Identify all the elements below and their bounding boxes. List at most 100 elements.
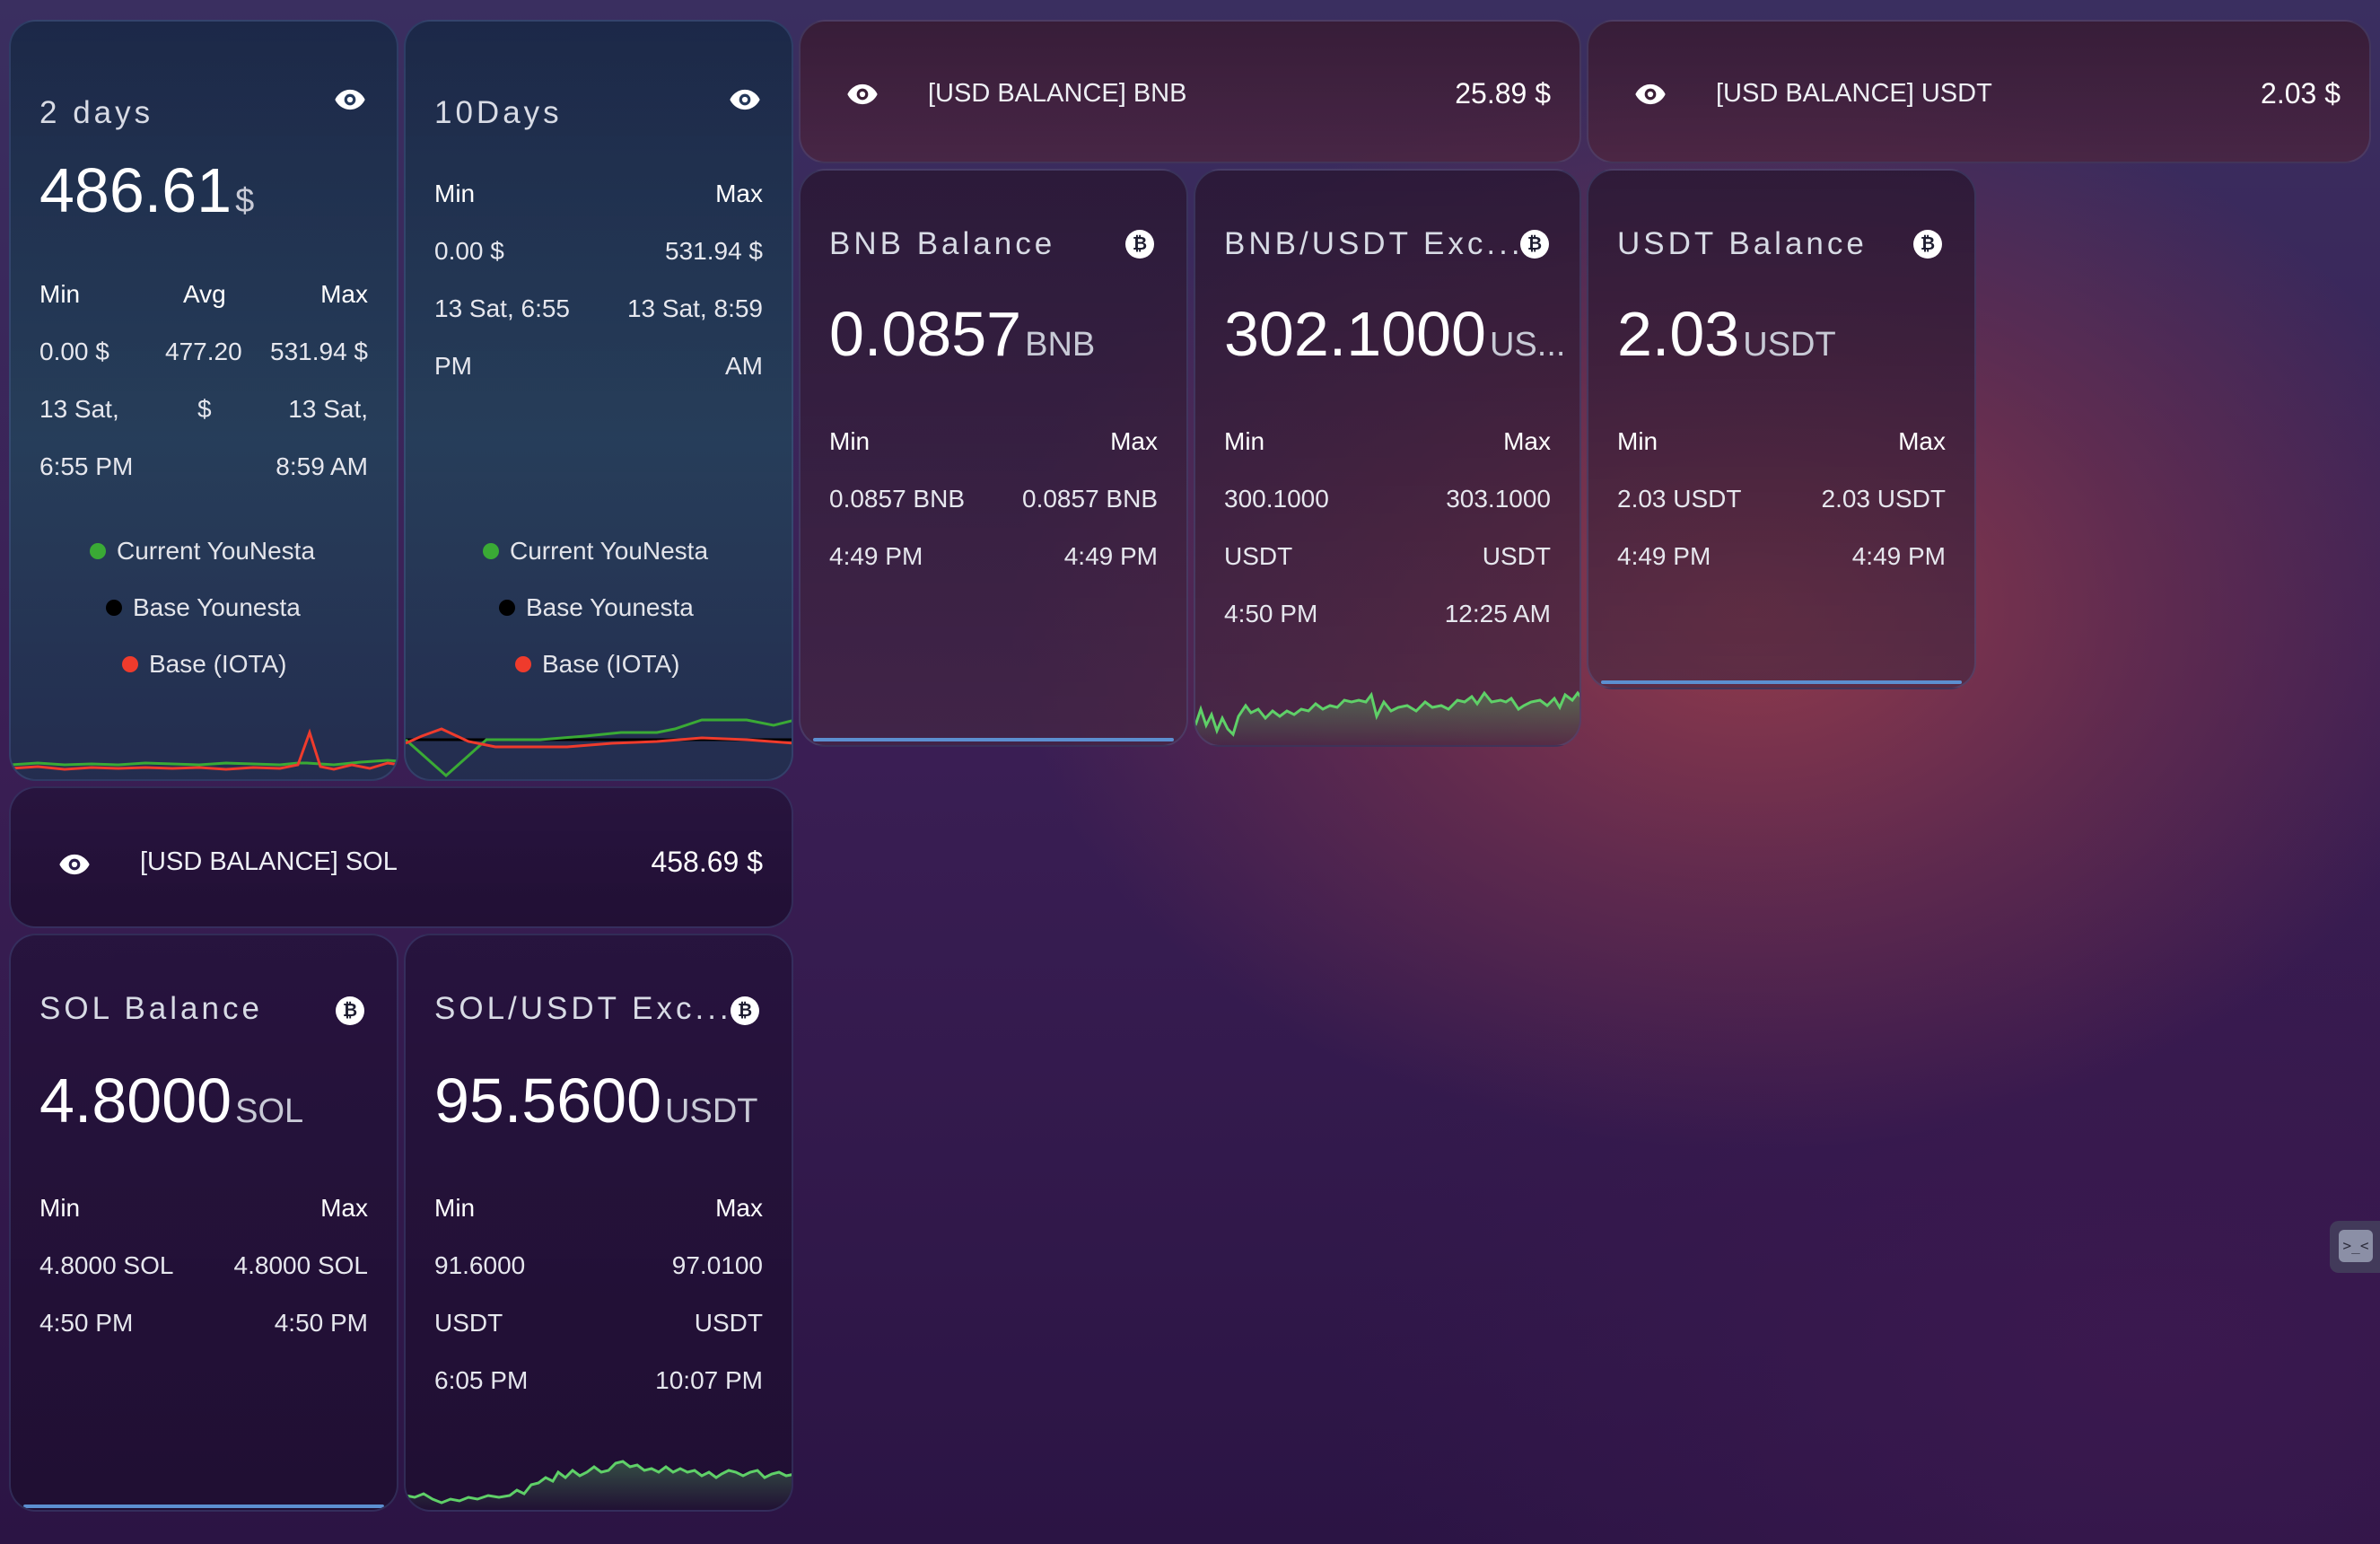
series-current — [406, 718, 792, 778]
value-unit: $ — [235, 182, 255, 220]
min-time: 4:50 PM — [39, 1309, 134, 1337]
banner-label: [USD BALANCE] BNB — [928, 79, 1187, 108]
min-value: 91.6000 — [434, 1251, 526, 1279]
current-value: 302.1000 US... — [1224, 298, 1565, 370]
current-value: 95.5600 USDT — [434, 1065, 758, 1136]
min-value: 2.03 USDT — [1617, 485, 1742, 513]
flat-sparkline — [813, 738, 1174, 741]
eye-icon[interactable] — [333, 83, 367, 117]
legend-label: Current YouNesta — [117, 537, 316, 565]
max-label: Max — [1898, 427, 1946, 455]
legend-current[interactable]: Current YouNesta — [90, 537, 315, 566]
series-current — [11, 759, 397, 767]
legend-label: Base Younesta — [133, 593, 301, 621]
current-value: 0.0857 BNB — [829, 298, 1095, 370]
max-time: 4:49 PM — [1851, 542, 1946, 570]
legend-dot-green — [90, 542, 106, 559]
bitcoin-icon: ₿ — [1520, 230, 1549, 259]
banner-usd-balance-bnb[interactable]: [USD BALANCE] BNB 25.89 $ — [799, 20, 1581, 163]
max-time: 4:50 PM — [274, 1309, 368, 1337]
value-unit: USDT — [1743, 326, 1836, 364]
eye-icon[interactable] — [1633, 77, 1667, 111]
min-unit: USDT — [1224, 542, 1293, 570]
min-unit: USDT — [434, 1309, 503, 1337]
eye-icon[interactable] — [57, 847, 92, 882]
series-base-iota — [406, 727, 792, 749]
line-chart — [406, 718, 792, 778]
max-time: 10:07 PM — [655, 1366, 763, 1394]
bitcoin-icon: ₿ — [336, 996, 364, 1025]
min-label: Min — [434, 180, 476, 207]
value-number: 95.5600 — [434, 1066, 662, 1136]
max-unit: USDT — [1482, 542, 1551, 570]
terminal-icon: >_< — [2339, 1230, 2373, 1262]
max-unit: USDT — [694, 1309, 763, 1337]
legend-base-younesta[interactable]: Base Younesta — [106, 593, 301, 622]
banner-value: 458.69 $ — [651, 846, 763, 878]
card-title: SOL/USDT Exc... — [434, 991, 732, 1026]
value-number: 486.61 — [39, 155, 232, 225]
legend-base-younesta[interactable]: Base Younesta — [499, 593, 694, 622]
card-bnb-balance: BNB Balance ₿ 0.0857 BNB Min Max 0.0857 B… — [799, 169, 1188, 747]
value-unit: US... — [1489, 326, 1566, 364]
min-value: 300.1000 — [1224, 485, 1329, 513]
bitcoin-icon: ₿ — [731, 996, 759, 1025]
min-time: 6:05 PM — [434, 1366, 529, 1394]
min-label: Min — [1224, 427, 1265, 455]
banner-value: 2.03 $ — [2261, 77, 2341, 110]
max-time: 12:25 AM — [1444, 600, 1551, 627]
legend-current[interactable]: Current YouNesta — [483, 537, 708, 566]
max-time-date: 13 Sat, 8:59 — [626, 294, 763, 322]
min-value: 0.00 $ — [434, 237, 504, 265]
max-value: 303.1000 — [1446, 485, 1551, 513]
min-time: 4:49 PM — [829, 542, 923, 570]
max-value: 531.94 $ — [665, 237, 763, 265]
banner-label: [USD BALANCE] SOL — [140, 847, 398, 876]
card-sol-usdt-exchange: SOL/USDT Exc... ₿ 95.5600 USDT Min Max 91… — [404, 934, 793, 1512]
min-label: Min — [829, 427, 871, 455]
max-label: Max — [715, 180, 763, 207]
avg-label: Avg — [183, 280, 226, 308]
max-value: 0.0857 BNB — [1022, 485, 1158, 513]
legend-base-iota[interactable]: Base (IOTA) — [122, 650, 287, 679]
card-title: BNB/USDT Exc... — [1224, 226, 1524, 261]
value-unit: USDT — [665, 1092, 758, 1130]
min-label: Min — [39, 1194, 81, 1222]
max-value: 97.0100 — [671, 1251, 763, 1279]
legend-dot-black — [106, 599, 122, 616]
value-number: 0.0857 — [829, 299, 1022, 369]
legend-base-iota[interactable]: Base (IOTA) — [515, 650, 680, 679]
banner-usd-balance-usdt[interactable]: [USD BALANCE] USDT 2.03 $ — [1587, 20, 2371, 163]
card-title: BNB Balance — [829, 226, 1056, 261]
sparkline-chart — [406, 1460, 792, 1510]
terminal-button[interactable]: >_< — [2330, 1221, 2380, 1273]
min-value: 0.0857 BNB — [829, 485, 965, 513]
banner-label: [USD BALANCE] USDT — [1716, 79, 1992, 108]
min-time-date: 13 Sat, 6:55 — [434, 294, 571, 322]
max-label: Max — [1503, 427, 1551, 455]
card-title: SOL Balance — [39, 991, 263, 1026]
sparkline-area — [406, 1461, 792, 1510]
min-time: 4:50 PM — [1224, 600, 1318, 627]
card-title: 2 days — [39, 95, 154, 130]
legend-label: Base (IOTA) — [542, 650, 680, 678]
card-sol-balance: SOL Balance ₿ 4.8000 SOL Min Max 4.8000 S… — [9, 934, 398, 1512]
max-value: 2.03 USDT — [1821, 485, 1947, 513]
card-usdt-balance: USDT Balance ₿ 2.03 USDT Min Max 2.03 USD… — [1587, 169, 1976, 689]
legend-dot-red — [122, 655, 138, 672]
eye-icon[interactable] — [728, 83, 762, 117]
min-time-date: 13 Sat, — [39, 395, 119, 423]
value-unit: SOL — [235, 1092, 304, 1130]
avg-unit: $ — [197, 395, 212, 423]
legend-label: Base Younesta — [526, 593, 694, 621]
eye-icon[interactable] — [845, 77, 879, 111]
min-time: 6:55 PM — [39, 452, 134, 480]
legend-label: Base (IOTA) — [149, 650, 287, 678]
current-value: 4.8000 SOL — [39, 1065, 303, 1136]
max-label: Max — [1110, 427, 1158, 455]
value-unit: BNB — [1025, 326, 1096, 364]
line-chart — [11, 728, 397, 771]
min-value: 4.8000 SOL — [39, 1251, 174, 1279]
min-label: Min — [1617, 427, 1658, 455]
banner-usd-balance-sol[interactable]: [USD BALANCE] SOL 458.69 $ — [9, 786, 793, 928]
